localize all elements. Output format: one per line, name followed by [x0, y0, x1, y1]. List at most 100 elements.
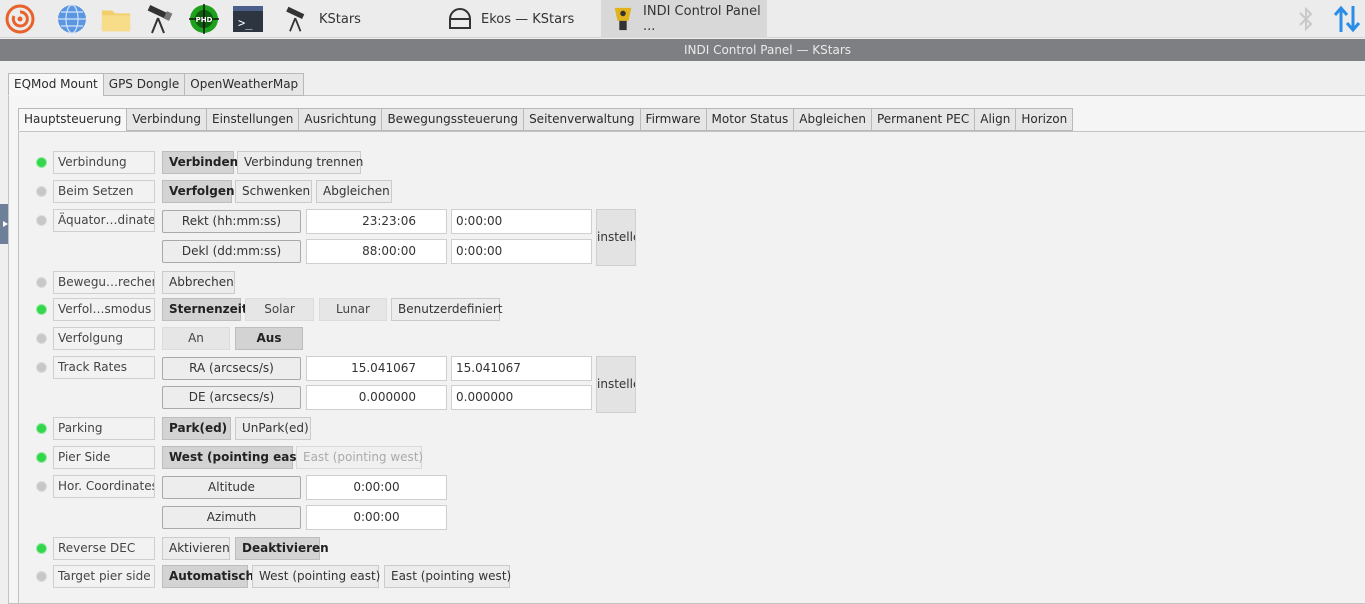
park-button[interactable]: Park(ed): [162, 417, 231, 440]
sidereal-button[interactable]: Sternenzeit: [162, 298, 248, 321]
device-tabs: EQMod Mount GPS Dongle OpenWeatherMap: [8, 73, 305, 96]
azimuth-label: Azimuth: [162, 506, 301, 529]
property-label: Target pier side: [53, 565, 155, 588]
tab-openweathermap[interactable]: OpenWeatherMap: [184, 73, 305, 96]
task-indi-control-panel[interactable]: INDI Control Panel ...: [601, 0, 767, 38]
solar-button[interactable]: Solar: [245, 298, 314, 321]
tab-einstellungen[interactable]: Einstellungen: [206, 108, 300, 131]
status-light: [37, 482, 46, 491]
dec-label: Dekl (dd:mm:ss): [162, 240, 301, 263]
property-label: Verfol…smodus: [53, 298, 155, 321]
tab-bewegungssteuerung[interactable]: Bewegungssteuerung: [381, 108, 525, 131]
property-label: Reverse DEC: [53, 537, 155, 560]
status-light: [37, 187, 46, 196]
property-label: Äquator…dinaten: [53, 209, 155, 232]
status-light: [37, 424, 46, 433]
tab-align[interactable]: Align: [974, 108, 1017, 131]
status-light: [37, 544, 46, 553]
tab-verbindung[interactable]: Verbindung: [126, 108, 208, 131]
dec-input[interactable]: 0:00:00: [451, 239, 592, 264]
set-track-rates-button[interactable]: instelle: [596, 356, 636, 413]
tracking-on-button[interactable]: An: [162, 327, 230, 350]
task-ekos[interactable]: Ekos — KStars: [447, 0, 597, 38]
task-label: KStars: [319, 11, 361, 27]
sync-button[interactable]: Abgleichen: [316, 180, 392, 203]
status-light: [37, 158, 46, 167]
task-label: INDI Control Panel ...: [643, 4, 761, 34]
ra-input[interactable]: 0:00:00: [451, 209, 592, 234]
property-label: Pier Side: [53, 446, 155, 469]
custom-rate-button[interactable]: Benutzerdefiniert: [391, 298, 502, 321]
disconnect-button[interactable]: Verbindung trennen: [237, 151, 363, 174]
ra-rate-input[interactable]: 15.041067: [451, 356, 592, 381]
slew-button[interactable]: Schwenken: [235, 180, 312, 203]
track-button[interactable]: Verfolgen: [162, 180, 235, 203]
svg-text:PHD: PHD: [196, 16, 213, 24]
lunar-button[interactable]: Lunar: [319, 298, 387, 321]
set-eq-coords-button[interactable]: instelle: [596, 209, 636, 266]
target-west-button[interactable]: West (pointing east): [252, 565, 380, 588]
ra-rate-label: RA (arcsecs/s): [162, 357, 301, 380]
tab-eqmod-mount[interactable]: EQMod Mount: [8, 73, 104, 96]
ra-value: 23:23:06: [306, 209, 447, 234]
unpark-button[interactable]: UnPark(ed): [235, 417, 311, 440]
tab-seitenverwaltung[interactable]: Seitenverwaltung: [523, 108, 641, 131]
window-title: INDI Control Panel — KStars: [683, 43, 852, 57]
web-browser-icon[interactable]: [56, 3, 88, 35]
phd-guiding-icon[interactable]: PHD: [188, 3, 220, 35]
tab-motor-status[interactable]: Motor Status: [705, 108, 795, 131]
property-label: Verfolgung: [53, 327, 155, 350]
reverse-dec-enable-button[interactable]: Aktivieren: [162, 537, 230, 560]
tab-ausrichtung[interactable]: Ausrichtung: [298, 108, 383, 131]
pier-east-button[interactable]: East (pointing west): [296, 446, 423, 469]
status-light: [37, 278, 46, 287]
kstars-swirl-icon[interactable]: [4, 3, 36, 35]
azimuth-value: 0:00:00: [306, 505, 447, 530]
tab-gps-dongle[interactable]: GPS Dongle: [102, 73, 186, 96]
pier-west-button[interactable]: West (pointing east): [162, 446, 308, 469]
de-rate-label: DE (arcsecs/s): [162, 386, 301, 409]
property-label: Track Rates: [53, 356, 155, 379]
bluetooth-icon[interactable]: [1296, 6, 1316, 32]
tab-permanent-pec[interactable]: Permanent PEC: [870, 108, 976, 131]
property-label: Bewegu…rechen: [53, 271, 155, 294]
folder-icon[interactable]: [100, 3, 132, 35]
terminal-icon[interactable]: >_: [232, 3, 264, 35]
indi-icon: [614, 7, 632, 31]
connect-button[interactable]: Verbinden: [162, 151, 238, 174]
tab-horizon[interactable]: Horizon: [1015, 108, 1074, 131]
ekos-dome-icon: [449, 8, 471, 29]
tab-abgleichen[interactable]: Abgleichen: [793, 108, 872, 131]
ra-label: Rekt (hh:mm:ss): [162, 210, 301, 233]
status-light: [37, 572, 46, 581]
altitude-label: Altitude: [162, 476, 301, 499]
target-auto-button[interactable]: Automatisch: [162, 565, 254, 588]
tab-firmware[interactable]: Firmware: [639, 108, 707, 131]
property-label: Parking: [53, 417, 155, 440]
status-light: [37, 453, 46, 462]
tracking-off-button[interactable]: Aus: [235, 327, 303, 350]
task-label: Ekos — KStars: [481, 11, 575, 27]
network-transfer-icon[interactable]: [1333, 4, 1361, 34]
task-kstars[interactable]: KStars: [283, 0, 433, 38]
abort-button[interactable]: Abbrechen: [162, 271, 235, 294]
group-tabs: Hauptsteuerung Verbindung Einstellungen …: [18, 108, 1074, 132]
status-light: [37, 334, 46, 343]
window-titlebar: INDI Control Panel — KStars: [0, 39, 1365, 61]
target-east-button[interactable]: East (pointing west): [384, 565, 511, 588]
reverse-dec-disable-button[interactable]: Deaktivieren: [235, 537, 329, 560]
altitude-value: 0:00:00: [306, 475, 447, 500]
status-light: [37, 363, 46, 372]
tab-hauptsteuerung[interactable]: Hauptsteuerung: [18, 108, 128, 131]
telescope-icon[interactable]: [144, 3, 176, 35]
telescope-icon: [286, 6, 305, 32]
property-label: Beim Setzen: [53, 180, 155, 203]
property-label: Verbindung: [53, 151, 155, 174]
status-light: [37, 216, 46, 225]
status-light: [37, 305, 46, 314]
taskbar: PHD >_ KStars Ekos — KStars INDI Control…: [0, 0, 1365, 38]
ra-rate-value: 15.041067: [306, 356, 447, 381]
dec-value: 88:00:00: [306, 239, 447, 264]
svg-text:>_: >_: [238, 16, 253, 30]
de-rate-input[interactable]: 0.000000: [451, 385, 592, 410]
